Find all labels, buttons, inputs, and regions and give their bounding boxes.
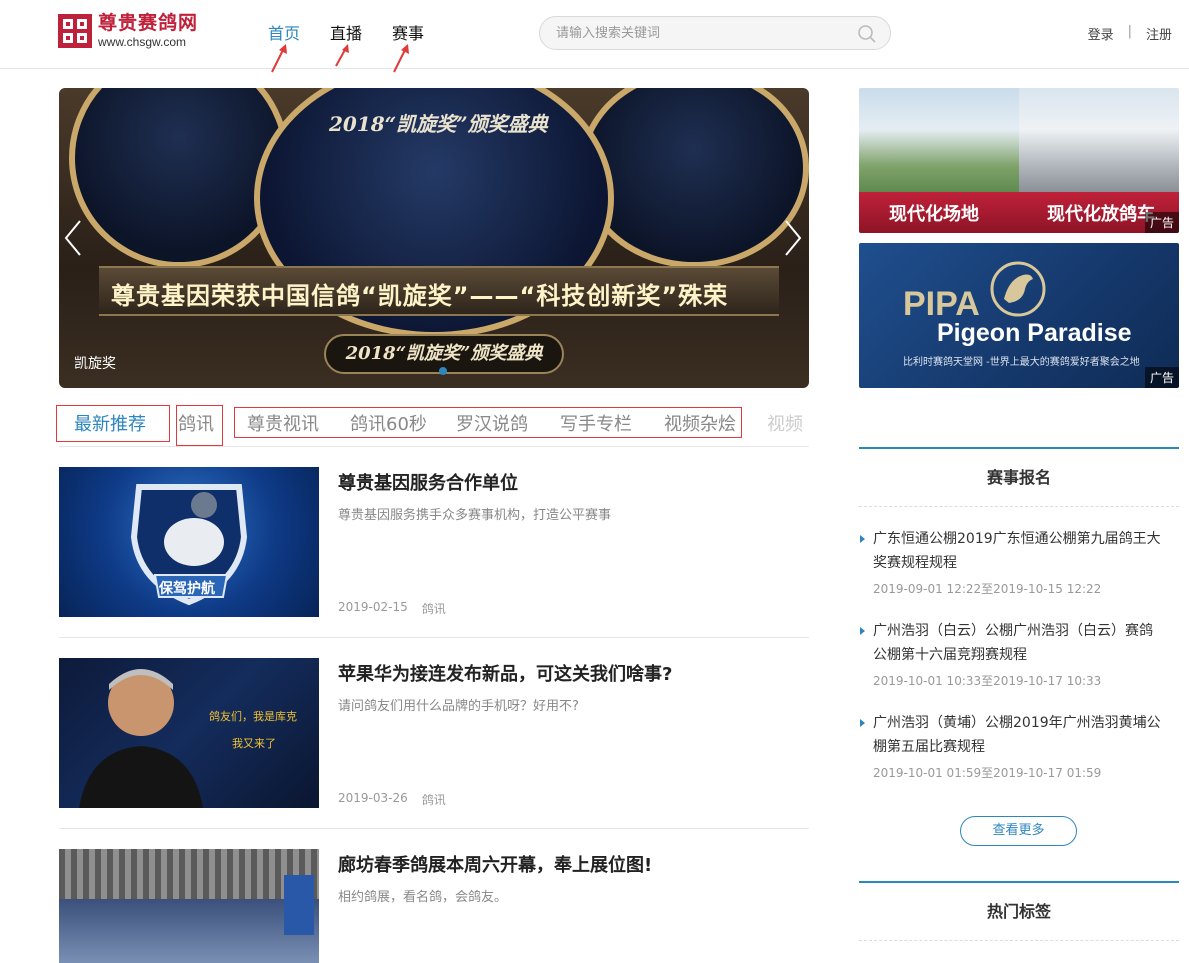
auth-separator: |: [1127, 24, 1132, 39]
article-category[interactable]: 鸽讯: [422, 600, 446, 617]
annotation-box: [176, 405, 223, 446]
register-link[interactable]: 注册: [1146, 24, 1172, 43]
race-item[interactable]: 广州浩羽（白云）公棚广州浩羽（白云）赛鸽公棚第十六届竞翔赛规程 2019-10-…: [859, 619, 1179, 689]
ad-banner-facilities[interactable]: 现代化场地 现代化放鸽车 广告: [859, 88, 1179, 233]
banner-award-title: 2018“凯旋奖”颁奖盛典: [329, 112, 548, 136]
article-item[interactable]: 保驾护航 尊贵基因服务合作单位 尊贵基因服务携手众多赛事机构，打造公平赛事 20…: [59, 467, 809, 617]
nav-races[interactable]: 赛事: [392, 20, 424, 44]
hot-tags-section: 热门标签: [859, 881, 1179, 941]
auth-links: 登录 | 注册: [1088, 24, 1172, 43]
carousel-indicator[interactable]: [439, 367, 447, 375]
race-registration-section: 赛事报名: [859, 447, 1179, 507]
article-category[interactable]: 鸽讯: [422, 791, 446, 808]
nav-home[interactable]: 首页: [268, 20, 300, 44]
logo-url: www.chsgw.com: [98, 35, 187, 49]
section-heading: 热门标签: [859, 883, 1179, 941]
section-heading: 赛事报名: [859, 449, 1179, 507]
ad-text-left: 现代化场地: [889, 204, 979, 225]
race-item[interactable]: 广东恒通公棚2019广东恒通公棚第九届鸽王大奖赛规程规程 2019-09-01 …: [859, 527, 1179, 597]
article-title[interactable]: 尊贵基因服务合作单位: [338, 469, 518, 495]
login-link[interactable]: 登录: [1088, 24, 1114, 43]
banner-caption: 凯旋奖: [74, 356, 116, 372]
article-thumbnail[interactable]: [59, 849, 319, 963]
article-summary: 请问鸽友们用什么品牌的手机呀？好用不?: [338, 699, 579, 714]
annotation-box: [56, 405, 170, 442]
ad-text-right: 现代化放鸽车: [1047, 204, 1155, 225]
race-date: 2019-09-01 12:22至2019-10-15 12:22: [873, 582, 1102, 596]
ad-image-right: [1019, 88, 1179, 192]
article-item[interactable]: 鸽友们，我是库克 我又来了 苹果华为接连发布新品，可这关我们啥事? 请问鸽友们用…: [59, 658, 809, 808]
article-thumbnail[interactable]: 保驾护航: [59, 467, 319, 617]
divider: [59, 828, 809, 829]
hero-carousel[interactable]: 2018“凯旋奖”颁奖盛典 尊贵基因荣获中国信鸽“凯旋奖”——“科技创新奖”殊荣…: [59, 88, 809, 388]
logo-icon: [58, 14, 92, 48]
race-title[interactable]: 广州浩羽（白云）公棚广州浩羽（白云）赛鸽公棚第十六届竞翔赛规程: [860, 619, 1163, 667]
article-title[interactable]: 苹果华为接连发布新品，可这关我们啥事?: [338, 660, 672, 686]
site-header: 尊贵赛鸽网 www.chsgw.com 首页 直播 赛事 登录 | 注册: [0, 0, 1189, 69]
main-nav: 首页 直播 赛事: [268, 20, 454, 44]
divider: [59, 637, 809, 638]
annotation-box: [234, 407, 742, 438]
race-date: 2019-10-01 10:33至2019-10-17 10:33: [873, 674, 1102, 688]
pipa-title: Pigeon Paradise: [937, 319, 1132, 347]
race-title[interactable]: 广州浩羽（黄埔）公棚2019年广州浩羽黄埔公棚第五届比赛规程: [860, 711, 1163, 759]
pigeon-icon: [990, 261, 1046, 317]
chevron-left-icon[interactable]: [63, 218, 83, 258]
annotation-arrow-icon: [271, 44, 287, 73]
thumbnail-caption: 鸽友们，我是库克: [209, 710, 297, 723]
ad-label: 广告: [1144, 212, 1179, 233]
logo-title: 尊贵赛鸽网: [98, 12, 199, 34]
view-more-button[interactable]: 查看更多: [960, 816, 1077, 846]
article-item[interactable]: 廊坊春季鸽展本周六开幕，奉上展位图! 相约鸽展，看名鸽，会鸽友。: [59, 849, 809, 963]
thumbnail-caption: 我又来了: [232, 737, 276, 750]
race-date: 2019-10-01 01:59至2019-10-17 01:59: [873, 766, 1102, 780]
article-summary: 相约鸽展，看名鸽，会鸽友。: [338, 890, 508, 905]
article-meta: 2019-02-15 鸽讯: [338, 600, 460, 617]
site-logo[interactable]: 尊贵赛鸽网 www.chsgw.com: [58, 14, 198, 48]
banner-decor: [579, 88, 809, 268]
person-icon: [79, 669, 203, 808]
article-date: 2019-02-15: [338, 600, 408, 614]
article-date: 2019-03-26: [338, 791, 408, 805]
race-item[interactable]: 广州浩羽（黄埔）公棚2019年广州浩羽黄埔公棚第五届比赛规程 2019-10-0…: [859, 711, 1179, 781]
exhibition-banner: [284, 875, 314, 935]
tab-video[interactable]: 视频: [767, 410, 809, 436]
article-title[interactable]: 廊坊春季鸽展本周六开幕，奉上展位图!: [338, 851, 652, 877]
exhibition-floor: [59, 899, 319, 963]
pipa-subtitle: 比利时赛鸽天堂网 -世界上最大的赛鸽爱好者聚会之地: [903, 357, 1140, 368]
article-meta: 2019-03-26 鸽讯: [338, 791, 460, 808]
article-thumbnail[interactable]: 鸽友们，我是库克 我又来了: [59, 658, 319, 808]
banner-headline: 尊贵基因荣获中国信鸽“凯旋奖”——“科技创新奖”殊荣: [111, 282, 729, 310]
article-summary: 尊贵基因服务携手众多赛事机构，打造公平赛事: [338, 508, 612, 523]
ad-banner-pipa[interactable]: PIPA Pigeon Paradise 比利时赛鸽天堂网 -世界上最大的赛鸽爱…: [859, 243, 1179, 388]
chevron-right-icon[interactable]: [783, 218, 803, 258]
annotation-arrow-icon: [393, 44, 409, 73]
nav-live[interactable]: 直播: [330, 20, 362, 44]
race-title[interactable]: 广东恒通公棚2019广东恒通公棚第九届鸽王大奖赛规程规程: [860, 527, 1163, 575]
ad-image-left: [859, 88, 1019, 192]
thumbnail-caption: 保驾护航: [159, 581, 215, 597]
search-icon[interactable]: [857, 24, 877, 44]
search-bar: [539, 16, 891, 50]
ad-label: 广告: [1144, 367, 1179, 388]
search-input[interactable]: [556, 17, 856, 49]
annotation-arrow-icon: [335, 44, 349, 67]
